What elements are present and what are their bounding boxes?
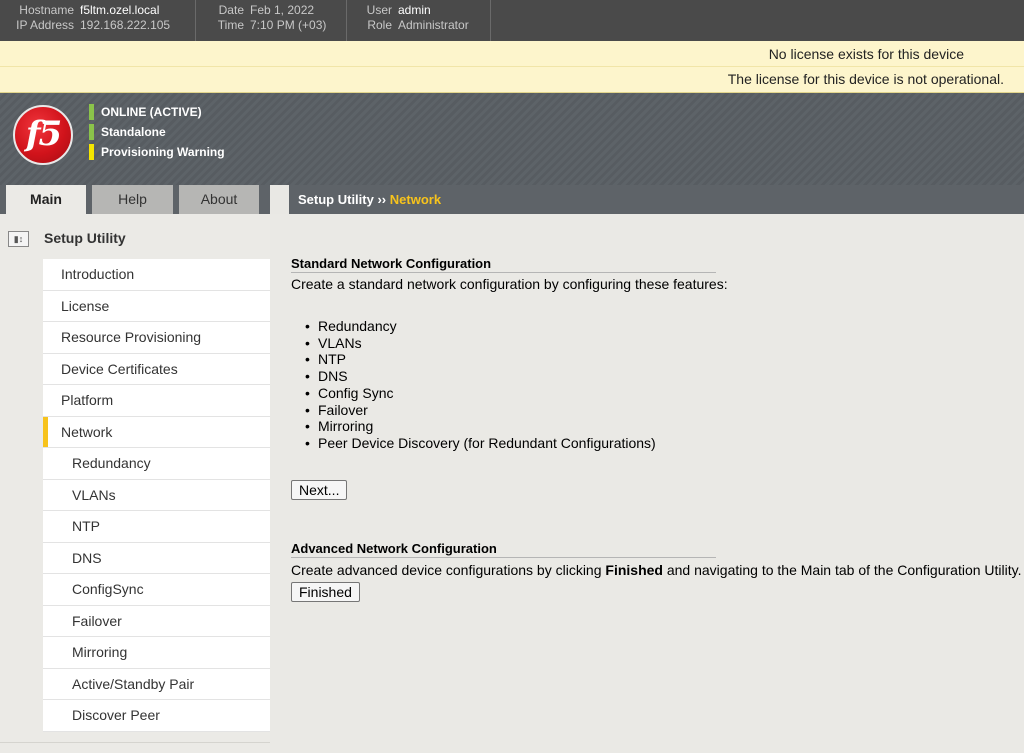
finished-button[interactable]: Finished	[291, 582, 360, 602]
host-info: Hostname f5ltm.ozel.local IP Address 192.1…	[0, 3, 195, 33]
status-label: Provisioning Warning	[101, 145, 225, 159]
advanced-config-description: Create advanced device configurations by…	[291, 562, 1021, 578]
divider	[195, 0, 196, 41]
system-info-bar: Hostname f5ltm.ozel.local IP Address 192.1…	[0, 0, 1024, 41]
list-item: Mirroring	[305, 418, 656, 435]
date-label: Date	[218, 3, 244, 17]
user-info: User admin Role Administrator	[350, 3, 490, 33]
sidebar-item-active-standby-pair[interactable]: Active/Standby Pair	[43, 668, 270, 700]
status-online: ONLINE (ACTIVE)	[89, 104, 202, 120]
status-indicator	[89, 144, 94, 160]
main-content	[270, 214, 1024, 753]
desc-text: and navigating to the Main tab of the Co…	[662, 562, 1022, 578]
breadcrumb-current: Network	[389, 192, 442, 207]
list-item: Redundancy	[305, 318, 656, 335]
sidebar-item-dns[interactable]: DNS	[43, 542, 270, 574]
license-message: The license for this device is not opera…	[727, 71, 1004, 87]
breadcrumb-separator: ››	[377, 192, 387, 207]
desc-bold-text: Finished	[605, 562, 663, 578]
list-item: Config Sync	[305, 385, 656, 402]
tab-main[interactable]: Main	[6, 185, 86, 214]
standard-config-title: Standard Network Configuration	[291, 256, 716, 273]
status-label: ONLINE (ACTIVE)	[101, 105, 202, 119]
sidebar-item-vlans[interactable]: VLANs	[43, 479, 270, 511]
sidebar-nav: Introduction License Resource Provisioni…	[43, 259, 270, 732]
time-label: Time	[217, 18, 244, 32]
list-item: Failover	[305, 402, 656, 419]
user-value: admin	[398, 3, 431, 17]
sidebar-item-configsync[interactable]: ConfigSync	[43, 574, 270, 606]
breadcrumb-root[interactable]: Setup Utility	[298, 192, 374, 207]
hostname-value: f5ltm.ozel.local	[80, 3, 160, 17]
sidebar-item-redundancy[interactable]: Redundancy	[43, 448, 270, 480]
status-indicator	[89, 104, 94, 120]
f5-logo: f5	[13, 105, 73, 165]
ip-label: IP Address	[16, 18, 74, 32]
sidebar-item-discover-peer[interactable]: Discover Peer	[43, 700, 270, 732]
role-value: Administrator	[398, 18, 469, 32]
sidebar-item-ntp[interactable]: NTP	[43, 511, 270, 543]
list-item: VLANs	[305, 335, 656, 352]
standard-config-description: Create a standard network configuration …	[291, 276, 728, 292]
list-item: Peer Device Discovery (for Redundant Con…	[305, 435, 656, 452]
divider	[490, 0, 491, 41]
datetime-info: Date Feb 1, 2022 Time 7:10 PM (+03)	[200, 3, 342, 33]
sidebar-item-platform[interactable]: Platform	[43, 385, 270, 417]
date-value: Feb 1, 2022	[250, 3, 315, 17]
tab-bar: Main Help About	[0, 185, 270, 214]
sidebar-title: Setup Utility	[44, 230, 126, 246]
status-provisioning: Provisioning Warning	[89, 144, 225, 160]
sidebar-item-resource-provisioning[interactable]: Resource Provisioning	[43, 322, 270, 354]
sidebar-item-license[interactable]: License	[43, 290, 270, 322]
desc-text: Create advanced device configurations by…	[291, 562, 606, 578]
sidebar-item-introduction[interactable]: Introduction	[43, 259, 270, 291]
divider	[346, 0, 347, 41]
banner-divider	[0, 66, 1024, 67]
list-item: DNS	[305, 368, 656, 385]
status-standalone: Standalone	[89, 124, 166, 140]
time-value: 7:10 PM (+03)	[250, 18, 327, 32]
breadcrumb: Setup Utility ›› Network	[289, 185, 1024, 214]
user-label: User	[366, 3, 392, 17]
sidebar-header[interactable]: ▮↕ Setup Utility	[0, 214, 270, 259]
next-button[interactable]: Next...	[291, 480, 348, 500]
sidebar-divider	[0, 742, 270, 743]
sidebar-item-mirroring[interactable]: Mirroring	[43, 637, 270, 669]
sidebar-item-network[interactable]: Network	[43, 416, 270, 448]
hostname-label: Hostname	[19, 3, 74, 17]
status-label: Standalone	[101, 125, 166, 139]
license-message: No license exists for this device	[768, 46, 964, 62]
setup-utility-icon: ▮↕	[8, 231, 29, 247]
header: f5 ONLINE (ACTIVE) Standalone Provisioni…	[0, 93, 1024, 185]
ip-value: 192.168.222.105	[80, 18, 171, 32]
list-item: NTP	[305, 351, 656, 368]
sidebar-item-device-certificates[interactable]: Device Certificates	[43, 353, 270, 385]
license-banner: No license exists for this device The li…	[0, 41, 1024, 93]
sidebar-item-failover[interactable]: Failover	[43, 605, 270, 637]
status-indicator	[89, 124, 94, 140]
role-label: Role	[367, 18, 392, 32]
feature-list: Redundancy VLANs NTP DNS Config Sync Fai…	[305, 318, 656, 452]
tab-help[interactable]: Help	[92, 185, 173, 214]
tab-about[interactable]: About	[179, 185, 259, 214]
advanced-config-title: Advanced Network Configuration	[291, 541, 716, 558]
